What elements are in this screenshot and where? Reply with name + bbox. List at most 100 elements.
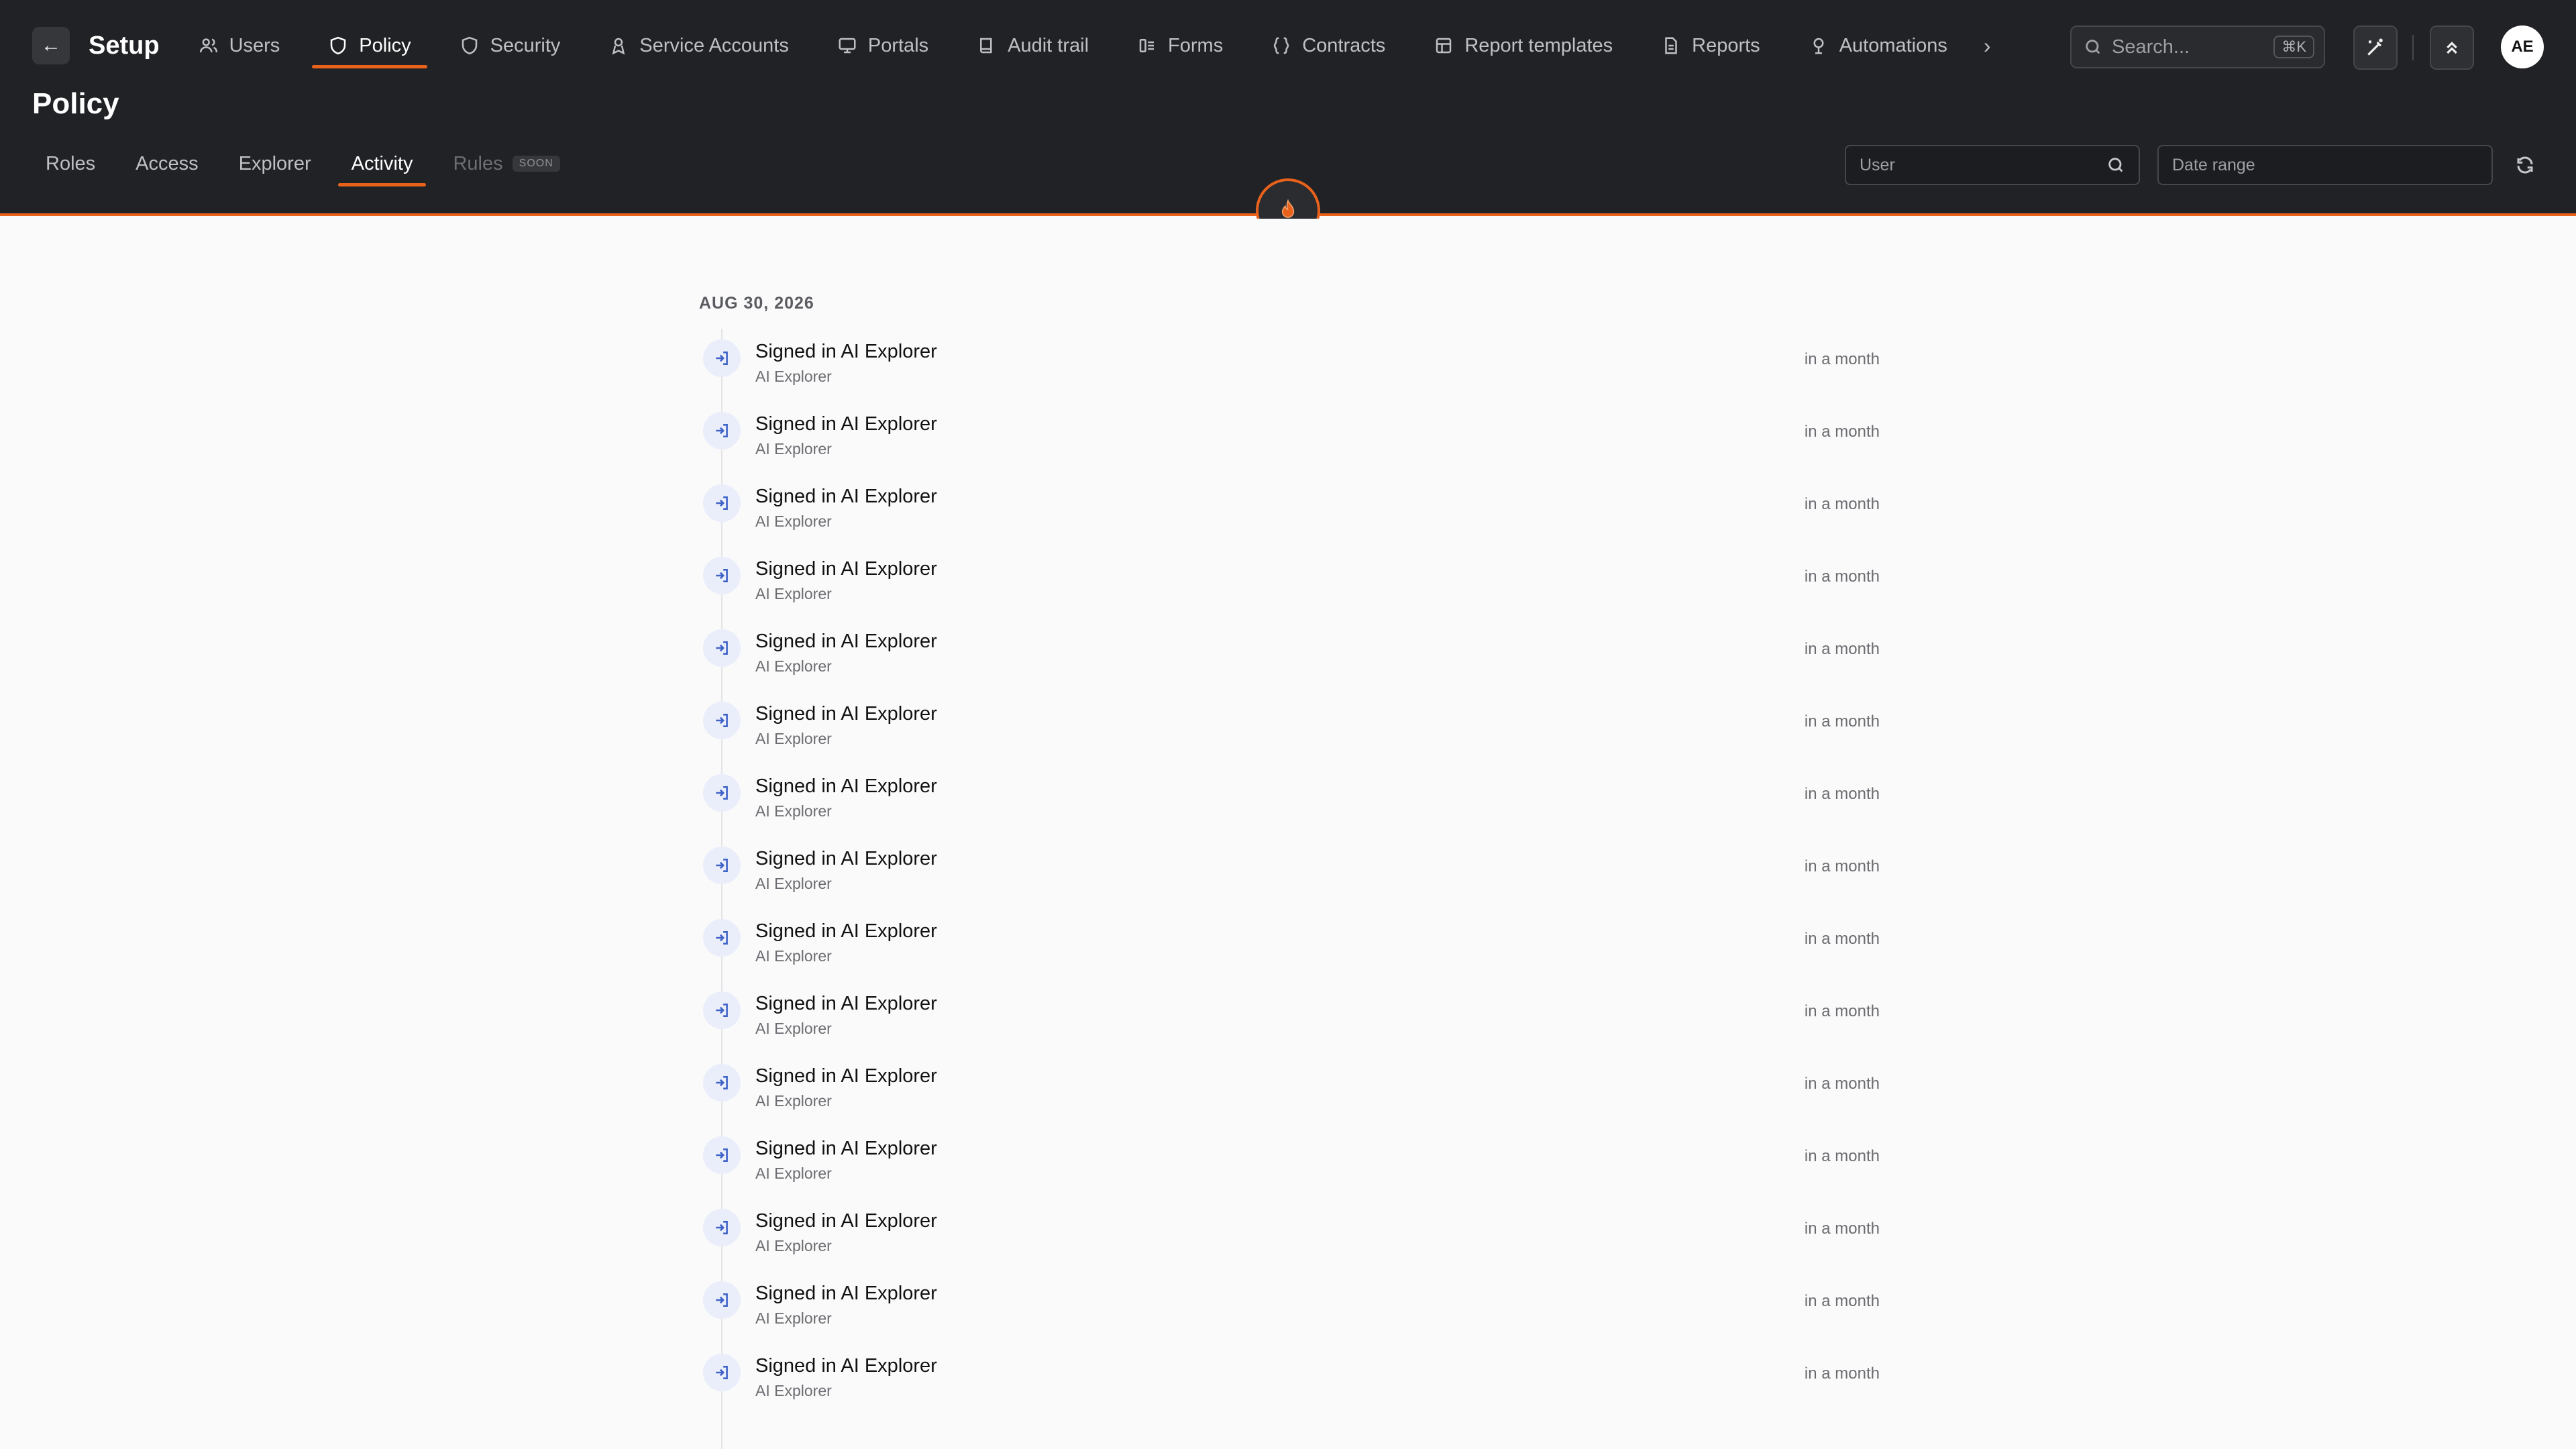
date-group-heading: AUG 30, 2026: [699, 294, 814, 313]
date-range-input[interactable]: Date range: [2157, 145, 2493, 185]
activity-subtitle: AI Explorer: [755, 1309, 832, 1327]
activity-icon-badge: [703, 991, 741, 1029]
nav-tab-label: Policy: [359, 34, 411, 56]
nav-tab-forms[interactable]: Forms: [1121, 25, 1239, 66]
activity-time: in a month: [1804, 1147, 1880, 1165]
nav-tab-portals[interactable]: Portals: [821, 25, 945, 66]
activity-item[interactable]: Signed in AI Explorer AI Explorer in a mon…: [699, 470, 1880, 542]
activity-subtitle: AI Explorer: [755, 947, 832, 965]
braces-icon: [1273, 37, 1289, 54]
activity-item[interactable]: Signed in AI Explorer AI Explorer in a mon…: [699, 977, 1880, 1049]
activity-subtitle: AI Explorer: [755, 513, 832, 530]
activity-item[interactable]: Signed in AI Explorer AI Explorer in a mon…: [699, 1267, 1880, 1339]
subtab-activity[interactable]: Activity: [337, 144, 427, 186]
users-icon: [199, 38, 217, 53]
subtab-roles[interactable]: Roles: [32, 144, 109, 184]
activity-icon-badge: [703, 1064, 741, 1102]
nav-more-chevron-icon[interactable]: ›: [1984, 34, 1991, 58]
subtab-rules: Rules SOON: [439, 144, 573, 184]
activity-item[interactable]: Signed in AI Explorer AI Explorer in a mon…: [699, 1122, 1880, 1194]
sign-in-icon: [716, 714, 728, 727]
nav-tab-service-accounts[interactable]: Service Accounts: [592, 25, 804, 66]
nav-tab-policy[interactable]: Policy: [312, 25, 428, 68]
activity-subtitle: AI Explorer: [755, 1382, 832, 1399]
sign-in-icon: [716, 641, 728, 655]
nav-tab-security[interactable]: Security: [443, 25, 577, 66]
activity-title: Signed in AI Explorer: [755, 1138, 937, 1159]
activity-item[interactable]: Signed in AI Explorer AI Explorer in a mon…: [699, 904, 1880, 977]
nav-tab-report-templates[interactable]: Report templates: [1417, 25, 1629, 66]
activity-item[interactable]: Signed in AI Explorer AI Explorer in a mon…: [699, 759, 1880, 832]
global-search-input[interactable]: Search... ⌘K: [2070, 25, 2325, 68]
collapse-header-button[interactable]: [2430, 25, 2474, 70]
page-title: Policy: [32, 87, 119, 120]
activity-time: in a month: [1804, 423, 1880, 441]
template-icon: [1436, 38, 1452, 54]
activity-time: in a month: [1804, 1002, 1880, 1020]
activity-item[interactable]: Signed in AI Explorer AI Explorer in a mon…: [699, 1339, 1880, 1411]
user-avatar[interactable]: AE: [2501, 25, 2544, 68]
activity-subtitle: AI Explorer: [755, 657, 832, 675]
nav-tab-label: Forms: [1168, 34, 1224, 56]
nav-tab-contracts[interactable]: Contracts: [1255, 25, 1401, 66]
activity-subtitle: AI Explorer: [755, 1092, 832, 1110]
subtab-access[interactable]: Access: [122, 144, 211, 184]
activity-item[interactable]: Signed in AI Explorer AI Explorer in a mon…: [699, 1194, 1880, 1267]
activity-item[interactable]: Signed in AI Explorer AI Explorer in a mon…: [699, 1049, 1880, 1122]
nav-tab-label: Reports: [1692, 34, 1760, 56]
search-placeholder: Search...: [2112, 36, 2190, 58]
policy-subtabs: Roles Access Explorer Activity Rules SOO…: [32, 144, 587, 186]
activity-item[interactable]: Signed in AI Explorer AI Explorer in a mon…: [699, 687, 1880, 759]
magic-wand-button[interactable]: [2353, 25, 2398, 70]
activity-content: AUG 30, 2026 Signed in AI Explorer AI Exp…: [0, 219, 2576, 1449]
activity-title: Signed in AI Explorer: [755, 703, 937, 724]
activity-subtitle: AI Explorer: [755, 1020, 832, 1037]
activity-time: in a month: [1804, 1075, 1880, 1093]
document-icon: [1665, 37, 1677, 54]
nav-tab-label: Audit trail: [1008, 34, 1089, 56]
nav-tab-label: Users: [229, 34, 280, 56]
nav-tab-reports[interactable]: Reports: [1645, 25, 1776, 66]
activity-subtitle: AI Explorer: [755, 440, 832, 458]
activity-time: in a month: [1804, 640, 1880, 658]
back-button[interactable]: ←: [32, 27, 70, 64]
nav-tab-automations[interactable]: Automations: [1792, 25, 1964, 66]
activity-title: Signed in AI Explorer: [755, 631, 937, 652]
activity-item[interactable]: Signed in AI Explorer AI Explorer in a mon…: [699, 325, 1880, 397]
toolbar-divider: [2412, 35, 2414, 60]
refresh-button[interactable]: [2512, 152, 2538, 178]
activity-title: Signed in AI Explorer: [755, 993, 937, 1014]
activity-title: Signed in AI Explorer: [755, 920, 937, 942]
activity-subtitle: AI Explorer: [755, 585, 832, 602]
activity-subtitle: AI Explorer: [755, 730, 832, 747]
activity-time: in a month: [1804, 350, 1880, 368]
activity-item[interactable]: Signed in AI Explorer AI Explorer in a mon…: [699, 397, 1880, 470]
forms-icon: [1139, 39, 1155, 52]
activity-title: Signed in AI Explorer: [755, 1283, 937, 1304]
activity-feed: Signed in AI Explorer AI Explorer in a mon…: [699, 325, 1880, 1411]
main-nav: Users Policy Security Service Accounts P…: [182, 25, 1991, 68]
activity-item[interactable]: Signed in AI Explorer AI Explorer in a mon…: [699, 832, 1880, 904]
activity-subtitle: AI Explorer: [755, 1165, 832, 1182]
activity-time: in a month: [1804, 857, 1880, 875]
subtab-explorer[interactable]: Explorer: [225, 144, 325, 184]
sign-in-icon: [716, 1004, 728, 1017]
user-filter-input[interactable]: User: [1845, 145, 2140, 185]
activity-time: in a month: [1804, 568, 1880, 586]
nav-tab-users[interactable]: Users: [182, 25, 297, 66]
activity-icon-badge: [703, 1136, 741, 1174]
nav-tab-audit-trail[interactable]: Audit trail: [961, 25, 1105, 66]
activity-time: in a month: [1804, 930, 1880, 948]
user-filter-placeholder: User: [1860, 155, 1895, 174]
activity-icon-badge: [703, 1209, 741, 1246]
sign-in-icon: [716, 1148, 728, 1162]
service-account-icon: [612, 38, 625, 55]
automation-icon: [1813, 38, 1824, 54]
activity-item[interactable]: Signed in AI Explorer AI Explorer in a mon…: [699, 614, 1880, 687]
activity-item[interactable]: Signed in AI Explorer AI Explorer in a mon…: [699, 542, 1880, 614]
activity-icon-badge: [703, 1281, 741, 1319]
activity-title: Signed in AI Explorer: [755, 1210, 937, 1232]
shield-icon: [331, 36, 346, 55]
activity-icon-badge: [703, 702, 741, 739]
top-navigation-bar: ← Setup Users Policy Security Service Ac…: [32, 25, 2544, 70]
